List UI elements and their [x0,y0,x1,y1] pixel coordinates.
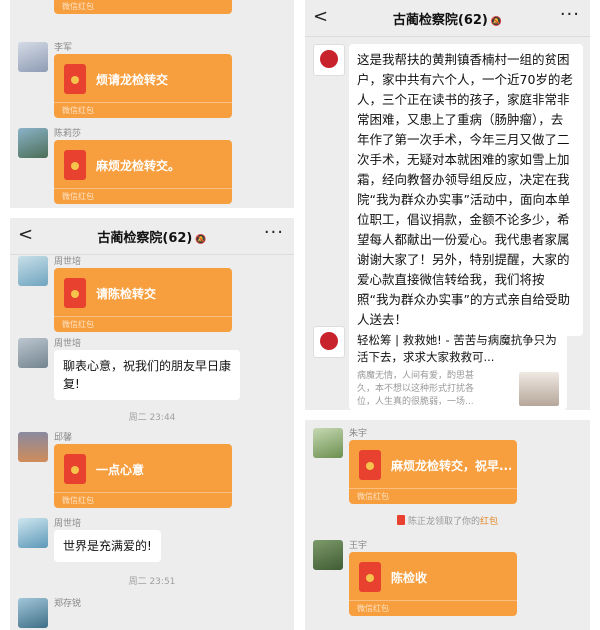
chat-panel-4: 朱宇 麻烦龙检转交，祝早... 微信红包 陈正龙领取了你的红包 王宇 陈检收 微… [305,420,590,630]
avatar[interactable] [313,44,345,76]
red-packet-icon [359,562,381,592]
envelope-footer: 微信红包 [54,492,232,508]
avatar[interactable] [18,256,48,286]
avatar[interactable] [18,598,48,628]
text-message: 这是我帮扶的黄荆镇香楠村一组的贫困户，家中共有六个人，一个近70岁的老人，三个正… [349,44,583,336]
sender-name: 周世培 [54,339,82,349]
envelope-message: 一点心意 [96,463,145,477]
envelope-footer: 微信红包 [54,316,232,332]
sender-name: 朱宇 [349,429,368,439]
timestamp: 周二 23:44 [128,413,176,423]
red-packet-icon [359,450,381,480]
red-envelope[interactable]: 微信红包 [54,0,232,14]
avatar[interactable] [18,338,48,368]
envelope-footer: 微信红包 [54,102,232,118]
chat-panel-1: 微信红包 李军 烦请龙检转交 微信红包 陈莉莎 麻烦龙检转交。 微信红包 [10,0,294,208]
red-packet-link[interactable]: 红包 [480,517,498,527]
mute-bell-icon: 🔕 [490,17,503,27]
chat-header: < 古蔺检察院(62) 🔕 ··· [305,0,590,37]
card-description: 病魔无情，人间有爱，酌思甚久，本不想以这种形式打扰各位，人生真的很脆弱，一场..… [357,371,475,407]
mute-bell-icon: 🔕 [195,235,207,245]
more-options-icon[interactable]: ··· [264,222,284,243]
red-envelope[interactable]: 麻烦龙检转交，祝早... 微信红包 [349,440,517,504]
chat-panel-3: < 古蔺检察院(62) 🔕 ··· 这是我帮扶的黄荆镇香楠村一组的贫困户，家中共有… [305,0,590,410]
avatar[interactable] [18,432,48,462]
sender-name: 周世培 [54,257,82,267]
envelope-footer: 微信红包 [349,488,517,504]
link-card[interactable]: 轻松筹 | 救救她! - 苦苦与病魔抗争只为活下去，求求大家救救可... 病魔无… [349,326,567,410]
avatar[interactable] [313,326,345,358]
envelope-message: 请陈检转交 [96,287,157,301]
envelope-footer: 微信红包 [349,600,517,616]
timestamp: 周二 23:51 [128,577,176,587]
chat-title: 古蔺检察院(62) 🔕 [97,231,207,246]
red-envelope[interactable]: 一点心意 微信红包 [54,444,232,508]
card-title: 轻松筹 | 救救她! - 苦苦与病魔抗争只为活下去，求求大家救救可... [357,333,557,364]
avatar[interactable] [313,540,343,570]
chat-header: < 古蔺检察院(62) 🔕 ··· [10,218,294,255]
sender-name: 周世培 [54,519,82,529]
red-envelope[interactable]: 陈检收 微信红包 [349,552,517,616]
text-message: 聊表心意，祝我们的朋友早日康复! [54,350,240,400]
red-packet-icon [64,64,86,94]
more-options-icon[interactable]: ··· [560,4,580,25]
envelope-message: 麻烦龙检转交。 [96,159,181,173]
text-message: 世界是充满爱的! [54,530,161,562]
avatar[interactable] [18,128,48,158]
red-packet-icon [64,278,86,308]
red-envelope[interactable]: 烦请龙检转交 微信红包 [54,54,232,118]
sender-name: 王宇 [349,541,368,551]
envelope-footer: 微信红包 [54,188,232,204]
avatar[interactable] [313,428,343,458]
avatar[interactable] [18,42,48,72]
sender-name: 陈莉莎 [54,129,82,139]
avatar[interactable] [18,518,48,548]
sender-name: 邱馨 [54,433,73,443]
chat-panel-2: < 古蔺检察院(62) 🔕 ··· 周世培 请陈检转交 微信红包 周世培 聊表心意… [10,218,294,630]
envelope-message: 麻烦龙检转交，祝早... [391,459,511,473]
system-notice: 陈正龙领取了你的红包 [305,514,590,527]
red-envelope[interactable]: 请陈检转交 微信红包 [54,268,232,332]
card-thumbnail [519,372,559,406]
chat-title: 古蔺检察院(62) 🔕 [392,13,503,28]
red-packet-icon [64,150,86,180]
envelope-message: 陈检收 [391,571,428,585]
red-packet-icon [396,515,405,525]
red-envelope[interactable]: 麻烦龙检转交。 微信红包 [54,140,232,204]
envelope-message: 烦请龙检转交 [96,73,169,87]
red-packet-icon [64,454,86,484]
envelope-footer: 微信红包 [54,0,232,14]
sender-name: 李军 [54,43,73,53]
sender-name: 郑存锐 [54,599,82,609]
